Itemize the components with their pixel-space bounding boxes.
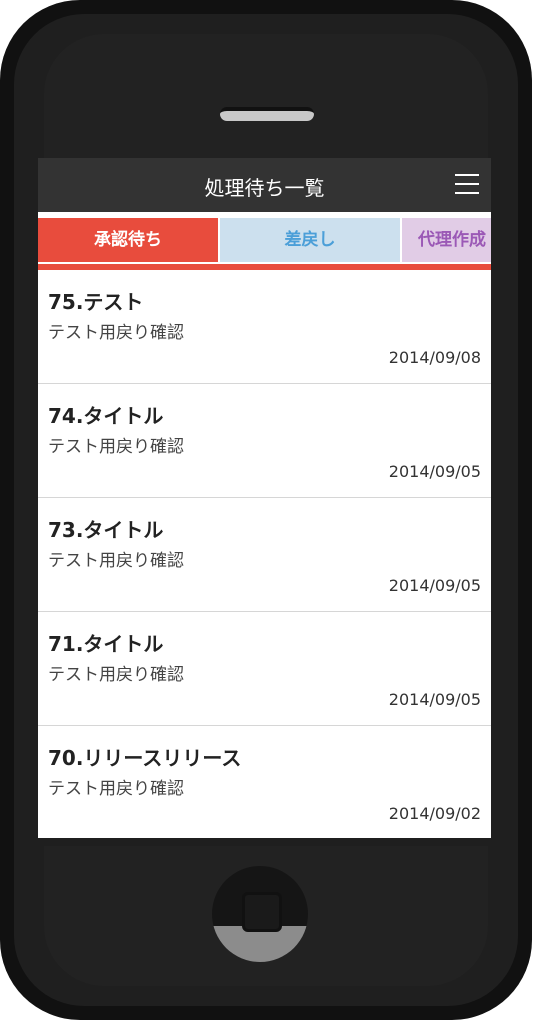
list-item[interactable]: 75.テスト テスト用戻り確認 2014/09/08 — [38, 270, 491, 384]
item-title: 73.タイトル — [48, 518, 164, 542]
item-title: 71.タイトル — [48, 632, 164, 656]
item-date: 2014/09/02 — [388, 804, 481, 823]
list-item[interactable]: 70.リリースリリース テスト用戻り確認 2014/09/02 — [38, 726, 491, 838]
tab-bar: 承認待ち 差戻し 代理作成 — [38, 216, 491, 270]
item-date: 2014/09/05 — [388, 690, 481, 709]
item-subtitle: テスト用戻り確認 — [48, 551, 184, 571]
item-date: 2014/09/05 — [388, 576, 481, 595]
list-item[interactable]: 74.タイトル テスト用戻り確認 2014/09/05 — [38, 384, 491, 498]
speaker-grille — [220, 107, 314, 121]
item-date: 2014/09/05 — [388, 462, 481, 481]
item-title: 74.タイトル — [48, 404, 164, 428]
pending-list: 75.テスト テスト用戻り確認 2014/09/08 74.タイトル テスト用戻… — [38, 270, 491, 838]
tab-approval-pending[interactable]: 承認待ち — [38, 218, 218, 262]
item-subtitle: テスト用戻り確認 — [48, 665, 184, 685]
item-date: 2014/09/08 — [388, 348, 481, 367]
item-subtitle: テスト用戻り確認 — [48, 437, 184, 457]
header-bar: 処理待ち一覧 — [38, 158, 491, 216]
item-subtitle: テスト用戻り確認 — [48, 323, 184, 343]
home-button[interactable] — [212, 866, 308, 962]
list-item[interactable]: 73.タイトル テスト用戻り確認 2014/09/05 — [38, 498, 491, 612]
tab-returned[interactable]: 差戻し — [220, 218, 400, 262]
home-button-icon — [242, 892, 282, 932]
tab-proxy-created[interactable]: 代理作成 — [402, 218, 491, 262]
item-subtitle: テスト用戻り確認 — [48, 779, 184, 799]
item-title: 70.リリースリリース — [48, 746, 242, 770]
hamburger-menu-icon[interactable] — [455, 174, 479, 194]
list-item[interactable]: 71.タイトル テスト用戻り確認 2014/09/05 — [38, 612, 491, 726]
app-screen: 処理待ち一覧 承認待ち 差戻し 代理作成 75.テスト テスト用戻り確認 201… — [38, 158, 491, 838]
page-title: 処理待ち一覧 — [204, 176, 325, 200]
phone-top-panel — [44, 34, 488, 174]
item-title: 75.テスト — [48, 290, 144, 314]
